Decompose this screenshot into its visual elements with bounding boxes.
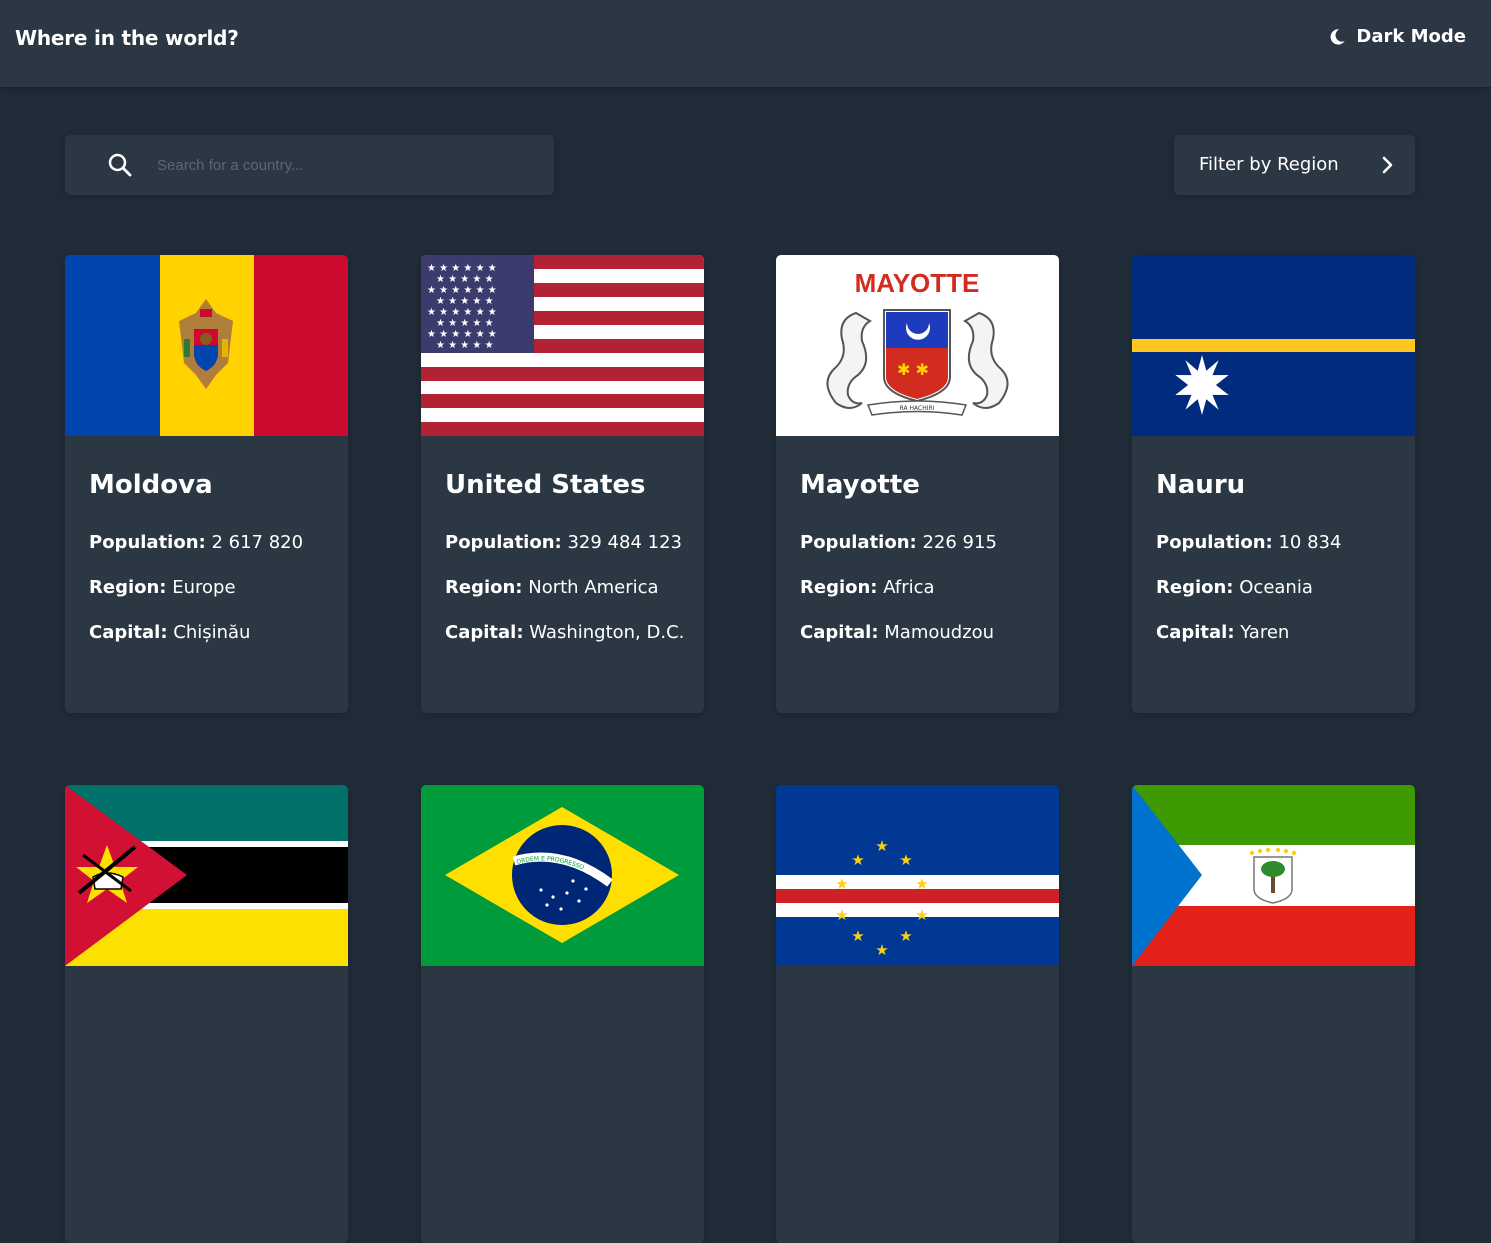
- svg-text:★: ★: [835, 906, 848, 924]
- mayotte-motto: RA HACHIRI: [900, 405, 935, 412]
- cape-verde-flag-icon: ★ ★ ★ ★ ★ ★ ★ ★ ★ ★: [776, 785, 1059, 966]
- country-name: United States: [445, 470, 646, 500]
- population-label: Population:: [800, 532, 917, 553]
- svg-text:★ ★ ★ ★ ★ ★: ★ ★ ★ ★ ★ ★: [427, 329, 497, 340]
- capital-label: Capital:: [89, 622, 168, 643]
- country-card-brazil[interactable]: ORDEM E PROGRESSO: [421, 785, 704, 1243]
- chevron-right-icon: [1381, 155, 1395, 179]
- population-label: Population:: [89, 532, 206, 553]
- united-states-flag-icon: ★ ★ ★ ★ ★ ★ ★ ★ ★ ★ ★ ★ ★ ★ ★ ★ ★ ★ ★ ★ …: [421, 255, 704, 436]
- svg-text:★: ★: [915, 906, 928, 924]
- search-input[interactable]: [157, 135, 537, 195]
- capital-value: Washington, D.C.: [529, 622, 685, 643]
- population-value: 10 834: [1278, 532, 1342, 553]
- region-value: North America: [528, 577, 659, 598]
- country-card-united-states[interactable]: ★ ★ ★ ★ ★ ★ ★ ★ ★ ★ ★ ★ ★ ★ ★ ★ ★ ★ ★ ★ …: [421, 255, 704, 713]
- capital-row: Capital: Mamoudzou: [800, 622, 994, 643]
- svg-text:★ ★ ★ ★ ★: ★ ★ ★ ★ ★: [436, 318, 494, 329]
- country-name: Nauru: [1156, 470, 1246, 500]
- country-name: Mayotte: [800, 470, 920, 500]
- region-label: Region:: [89, 577, 167, 598]
- svg-text:★ ★ ★ ★ ★: ★ ★ ★ ★ ★: [436, 296, 494, 307]
- svg-text:★ ★ ★ ★ ★ ★: ★ ★ ★ ★ ★ ★: [427, 263, 497, 274]
- moldova-flag-icon: [65, 255, 348, 436]
- svg-text:★: ★: [851, 851, 864, 869]
- region-row: Region: Oceania: [1156, 577, 1313, 598]
- svg-text:★: ★: [875, 837, 888, 855]
- country-card-equatorial-guinea[interactable]: [1132, 785, 1415, 1243]
- svg-text:★ ★ ★ ★ ★ ★: ★ ★ ★ ★ ★ ★: [427, 307, 497, 318]
- region-value: Africa: [883, 577, 935, 598]
- population-label: Population:: [1156, 532, 1273, 553]
- region-row: Region: Africa: [800, 577, 935, 598]
- population-row: Population: 2 617 820: [89, 532, 303, 553]
- svg-text:✱ ✱: ✱ ✱: [897, 360, 929, 379]
- svg-text:★: ★: [915, 875, 928, 893]
- population-row: Population: 329 484 123: [445, 532, 682, 553]
- country-card-cape-verde[interactable]: ★ ★ ★ ★ ★ ★ ★ ★ ★ ★: [776, 785, 1059, 1243]
- app-title: Where in the world?: [15, 26, 239, 50]
- brazil-flag-icon: ORDEM E PROGRESSO: [421, 785, 704, 966]
- country-name: Moldova: [89, 470, 213, 500]
- svg-text:★ ★ ★ ★ ★: ★ ★ ★ ★ ★: [436, 274, 494, 285]
- country-card-mozambique[interactable]: [65, 785, 348, 1243]
- country-card-mayotte[interactable]: MAYOTTE ✱ ✱ RA HACHIRI Mayotte Populatio…: [776, 255, 1059, 713]
- svg-text:★: ★: [899, 851, 912, 869]
- search-icon: [107, 152, 133, 182]
- svg-text:★: ★: [899, 927, 912, 945]
- nauru-flag-icon: [1132, 255, 1415, 436]
- mozambique-flag-icon: [65, 785, 348, 966]
- svg-text:★: ★: [835, 875, 848, 893]
- svg-text:★: ★: [875, 941, 888, 959]
- population-label: Population:: [445, 532, 562, 553]
- moon-icon: [1328, 28, 1346, 46]
- svg-text:★: ★: [851, 927, 864, 945]
- region-label: Region:: [1156, 577, 1234, 598]
- country-card-moldova[interactable]: Moldova Population: 2 617 820 Region: Eu…: [65, 255, 348, 713]
- region-value: Europe: [172, 577, 236, 598]
- search-box[interactable]: [65, 135, 554, 195]
- region-row: Region: Europe: [89, 577, 236, 598]
- population-value: 226 915: [922, 532, 997, 553]
- top-bar: Where in the world? Dark Mode: [0, 0, 1491, 87]
- capital-row: Capital: Yaren: [1156, 622, 1289, 643]
- capital-value: Yaren: [1240, 622, 1290, 643]
- capital-row: Capital: Washington, D.C.: [445, 622, 684, 643]
- population-value: 2 617 820: [211, 532, 304, 553]
- dark-mode-toggle[interactable]: Dark Mode: [1328, 26, 1466, 47]
- region-filter-dropdown[interactable]: Filter by Region: [1174, 135, 1415, 195]
- population-row: Population: 10 834: [1156, 532, 1341, 553]
- mayotte-title: MAYOTTE: [855, 268, 980, 298]
- svg-text:★ ★ ★ ★ ★ ★: ★ ★ ★ ★ ★ ★: [427, 285, 497, 296]
- mayotte-flag-icon: MAYOTTE ✱ ✱ RA HACHIRI: [776, 255, 1059, 436]
- region-label: Region:: [445, 577, 523, 598]
- equatorial-guinea-flag-icon: [1132, 785, 1415, 966]
- svg-text:★ ★ ★ ★ ★: ★ ★ ★ ★ ★: [436, 340, 494, 351]
- capital-label: Capital:: [800, 622, 879, 643]
- region-value: Oceania: [1239, 577, 1313, 598]
- population-value: 329 484 123: [567, 532, 682, 553]
- region-label: Region:: [800, 577, 878, 598]
- capital-row: Capital: Chișinău: [89, 622, 250, 643]
- dark-mode-label: Dark Mode: [1356, 26, 1466, 47]
- filter-label: Filter by Region: [1199, 154, 1339, 175]
- country-card-nauru[interactable]: Nauru Population: 10 834 Region: Oceania…: [1132, 255, 1415, 713]
- capital-value: Chișinău: [173, 622, 251, 643]
- capital-value: Mamoudzou: [884, 622, 995, 643]
- capital-label: Capital:: [445, 622, 524, 643]
- capital-label: Capital:: [1156, 622, 1235, 643]
- region-row: Region: North America: [445, 577, 659, 598]
- population-row: Population: 226 915: [800, 532, 997, 553]
